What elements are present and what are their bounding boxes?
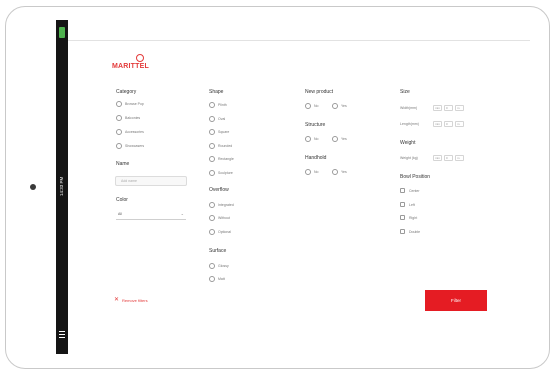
width-value-input[interactable]: 0: [444, 105, 453, 111]
box-text: min: [435, 156, 440, 160]
radio[interactable]: [305, 136, 311, 142]
width-max-input[interactable]: m: [455, 105, 464, 111]
checkbox[interactable]: [400, 215, 405, 220]
chevron-down-icon: ⌄: [180, 211, 184, 216]
radio[interactable]: [209, 215, 215, 221]
length-max-input[interactable]: m: [455, 121, 464, 127]
handhold-title: Handhold: [305, 155, 327, 161]
battery-icon: [59, 27, 65, 38]
option-label: Integrated: [218, 203, 234, 207]
option-label: Rectangle: [218, 157, 234, 161]
color-title: Color: [116, 197, 128, 203]
structure-title: Structure: [305, 122, 326, 128]
option-label: Sculpture: [218, 171, 233, 175]
name-input[interactable]: Add name: [115, 176, 187, 186]
box-text: min: [435, 106, 440, 110]
radio[interactable]: [116, 101, 122, 107]
radio[interactable]: [209, 263, 215, 269]
box-text: 0: [446, 156, 448, 160]
bowl-position-title: Bowl Position: [400, 174, 431, 180]
option-label: Square: [218, 130, 230, 134]
box-text: 0: [446, 122, 448, 126]
option-label: No: [314, 104, 319, 108]
radio[interactable]: [332, 136, 338, 142]
length-value-input[interactable]: 0: [444, 121, 453, 127]
name-placeholder: Add name: [121, 179, 137, 183]
option-label: No: [314, 137, 319, 141]
surface-title: Surface: [209, 248, 227, 254]
option-label: No: [314, 170, 319, 174]
name-title: Name: [116, 161, 130, 167]
category-title: Category: [116, 89, 137, 95]
weight-label: Weight (kg): [400, 156, 418, 160]
option-label: Showcasers: [125, 144, 145, 148]
checkbox[interactable]: [400, 188, 405, 193]
logo-text: MARITTEL: [112, 63, 149, 70]
weight-min-input[interactable]: min: [433, 155, 442, 161]
close-icon: ✕: [114, 297, 120, 303]
option-label: Optional: [218, 230, 232, 234]
width-label: Width(mm): [400, 106, 418, 110]
box-text: m: [457, 156, 460, 160]
radio[interactable]: [209, 170, 215, 176]
option-label: Plinth: [218, 103, 227, 107]
radio[interactable]: [209, 202, 215, 208]
radio[interactable]: [332, 103, 338, 109]
radio[interactable]: [305, 169, 311, 175]
weight-title: Weight: [400, 140, 416, 146]
box-text: m: [457, 122, 460, 126]
header-divider: [68, 40, 530, 41]
new-product-title: New product: [305, 89, 334, 95]
radio[interactable]: [209, 143, 215, 149]
radio[interactable]: [209, 276, 215, 282]
option-label: Left: [409, 203, 415, 207]
checkbox[interactable]: [400, 229, 405, 234]
radio[interactable]: [209, 156, 215, 162]
option-label: Yes: [341, 170, 347, 174]
radio[interactable]: [116, 129, 122, 135]
length-label: Length(mm): [400, 122, 419, 126]
box-text: 0: [446, 106, 448, 110]
status-time: 14:33 PM: [59, 176, 64, 196]
color-select[interactable]: All ⌄: [116, 210, 186, 220]
option-label: Balconies: [125, 116, 141, 120]
remove-filters-label: Remove filters: [122, 298, 148, 303]
option-label: Yes: [341, 137, 347, 141]
box-text: m: [457, 106, 460, 110]
option-label: Oval: [218, 117, 226, 121]
radio[interactable]: [116, 115, 122, 121]
option-label: Double: [409, 230, 421, 234]
option-label: Glossy: [218, 264, 229, 268]
checkbox[interactable]: [400, 202, 405, 207]
option-label: Accessories: [125, 130, 144, 134]
radio[interactable]: [332, 169, 338, 175]
radio[interactable]: [209, 229, 215, 235]
weight-max-input[interactable]: m: [455, 155, 464, 161]
radio[interactable]: [209, 102, 215, 108]
option-label: Yes: [341, 104, 347, 108]
overflow-title: Overflow: [209, 187, 229, 193]
shape-title: Shape: [209, 89, 224, 95]
radio[interactable]: [305, 103, 311, 109]
weight-value-input[interactable]: 0: [444, 155, 453, 161]
radio[interactable]: [209, 116, 215, 122]
box-text: min: [435, 122, 440, 126]
option-label: Rounded: [218, 144, 233, 148]
menu-icon[interactable]: [59, 331, 65, 341]
option-label: Center: [409, 189, 420, 193]
option-label: Right: [409, 216, 418, 220]
option-label: Matt: [218, 277, 225, 281]
filter-button[interactable]: Filter: [425, 290, 487, 311]
chef-hat-icon: [136, 54, 144, 62]
home-button[interactable]: [30, 184, 36, 190]
brand-logo: MARITTEL: [112, 52, 154, 72]
radio[interactable]: [209, 129, 215, 135]
length-min-input[interactable]: min: [433, 121, 442, 127]
width-min-input[interactable]: min: [433, 105, 442, 111]
size-title: Size: [400, 89, 410, 95]
radio[interactable]: [116, 143, 122, 149]
color-value: All: [118, 212, 122, 216]
option-label: Without: [218, 216, 230, 220]
option-label: Browse Pop: [125, 102, 144, 106]
